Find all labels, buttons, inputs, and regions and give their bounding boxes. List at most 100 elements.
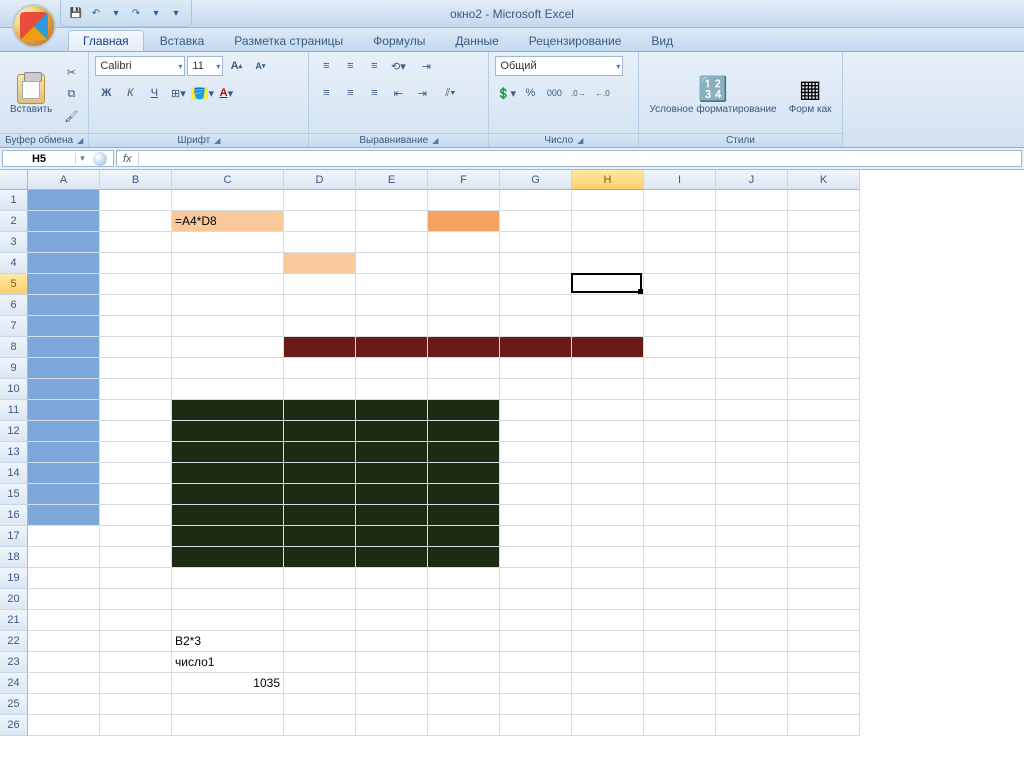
cell-H23[interactable] — [572, 652, 644, 673]
cell-H21[interactable] — [572, 610, 644, 631]
cell-F24[interactable] — [428, 673, 500, 694]
cell-G11[interactable] — [500, 400, 572, 421]
cell-H10[interactable] — [572, 379, 644, 400]
font-launcher-icon[interactable]: ◢ — [214, 136, 220, 145]
cell-F5[interactable] — [428, 274, 500, 295]
copy-icon[interactable]: ⧉ — [60, 85, 82, 105]
cell-G16[interactable] — [500, 505, 572, 526]
cell-G9[interactable] — [500, 358, 572, 379]
cell-C20[interactable] — [172, 589, 284, 610]
row-header-10[interactable]: 10 — [0, 379, 28, 400]
col-header-I[interactable]: I — [644, 170, 716, 190]
number-launcher-icon[interactable]: ◢ — [577, 136, 583, 145]
cell-F7[interactable] — [428, 316, 500, 337]
cell-H3[interactable] — [572, 232, 644, 253]
cell-B3[interactable] — [100, 232, 172, 253]
increase-decimal-icon[interactable]: .0→ — [567, 83, 589, 103]
row-header-4[interactable]: 4 — [0, 253, 28, 274]
cell-I12[interactable] — [644, 421, 716, 442]
cell-D19[interactable] — [284, 568, 356, 589]
cell-H22[interactable] — [572, 631, 644, 652]
cell-D3[interactable] — [284, 232, 356, 253]
cell-G23[interactable] — [500, 652, 572, 673]
cell-C6[interactable] — [172, 295, 284, 316]
cell-C22[interactable]: B2*3 — [172, 631, 284, 652]
row-header-5[interactable]: 5 — [0, 274, 28, 295]
cell-J22[interactable] — [716, 631, 788, 652]
col-header-B[interactable]: B — [100, 170, 172, 190]
row-header-12[interactable]: 12 — [0, 421, 28, 442]
row-header-14[interactable]: 14 — [0, 463, 28, 484]
cell-D26[interactable] — [284, 715, 356, 736]
undo-icon[interactable]: ↶ — [87, 4, 105, 22]
cell-I16[interactable] — [644, 505, 716, 526]
cell-G20[interactable] — [500, 589, 572, 610]
cell-C15[interactable] — [172, 484, 284, 505]
cell-A9[interactable] — [28, 358, 100, 379]
cell-I8[interactable] — [644, 337, 716, 358]
cell-K11[interactable] — [788, 400, 860, 421]
cell-G19[interactable] — [500, 568, 572, 589]
tab-review[interactable]: Рецензирование — [515, 31, 636, 51]
cell-B7[interactable] — [100, 316, 172, 337]
row-header-18[interactable]: 18 — [0, 547, 28, 568]
cell-G13[interactable] — [500, 442, 572, 463]
wrap-text-icon[interactable]: ⇥ — [411, 56, 441, 76]
cell-B19[interactable] — [100, 568, 172, 589]
cell-F2[interactable] — [428, 211, 500, 232]
cell-F19[interactable] — [428, 568, 500, 589]
col-header-H[interactable]: H — [572, 170, 644, 190]
col-header-F[interactable]: F — [428, 170, 500, 190]
col-header-J[interactable]: J — [716, 170, 788, 190]
cell-G7[interactable] — [500, 316, 572, 337]
cell-D7[interactable] — [284, 316, 356, 337]
align-right-icon[interactable]: ≡ — [363, 83, 385, 103]
cell-E9[interactable] — [356, 358, 428, 379]
cell-B8[interactable] — [100, 337, 172, 358]
cell-A6[interactable] — [28, 295, 100, 316]
col-header-K[interactable]: K — [788, 170, 860, 190]
cell-K4[interactable] — [788, 253, 860, 274]
tab-formulas[interactable]: Формулы — [359, 31, 439, 51]
cell-H8[interactable] — [572, 337, 644, 358]
cell-B14[interactable] — [100, 463, 172, 484]
cell-D8[interactable] — [284, 337, 356, 358]
cell-F3[interactable] — [428, 232, 500, 253]
cell-A3[interactable] — [28, 232, 100, 253]
row-header-26[interactable]: 26 — [0, 715, 28, 736]
cell-C7[interactable] — [172, 316, 284, 337]
cell-F14[interactable] — [428, 463, 500, 484]
cell-C17[interactable] — [172, 526, 284, 547]
cell-G14[interactable] — [500, 463, 572, 484]
cell-K13[interactable] — [788, 442, 860, 463]
cell-K26[interactable] — [788, 715, 860, 736]
comma-icon[interactable]: 000 — [543, 83, 565, 103]
cell-E11[interactable] — [356, 400, 428, 421]
row-header-8[interactable]: 8 — [0, 337, 28, 358]
cell-J4[interactable] — [716, 253, 788, 274]
cell-I4[interactable] — [644, 253, 716, 274]
cell-A22[interactable] — [28, 631, 100, 652]
tab-data[interactable]: Данные — [441, 31, 512, 51]
save-icon[interactable]: 💾 — [67, 4, 85, 22]
cell-E13[interactable] — [356, 442, 428, 463]
cell-D25[interactable] — [284, 694, 356, 715]
cell-B21[interactable] — [100, 610, 172, 631]
row-header-23[interactable]: 23 — [0, 652, 28, 673]
cell-E23[interactable] — [356, 652, 428, 673]
name-box-input[interactable] — [3, 153, 75, 165]
cell-J20[interactable] — [716, 589, 788, 610]
cell-C10[interactable] — [172, 379, 284, 400]
cell-J12[interactable] — [716, 421, 788, 442]
row-header-17[interactable]: 17 — [0, 526, 28, 547]
cell-A4[interactable] — [28, 253, 100, 274]
cell-D22[interactable] — [284, 631, 356, 652]
col-header-C[interactable]: C — [172, 170, 284, 190]
cell-B5[interactable] — [100, 274, 172, 295]
cell-A5[interactable] — [28, 274, 100, 295]
cell-E21[interactable] — [356, 610, 428, 631]
decrease-decimal-icon[interactable]: ←.0 — [591, 83, 613, 103]
cell-A25[interactable] — [28, 694, 100, 715]
cell-H2[interactable] — [572, 211, 644, 232]
cell-B24[interactable] — [100, 673, 172, 694]
